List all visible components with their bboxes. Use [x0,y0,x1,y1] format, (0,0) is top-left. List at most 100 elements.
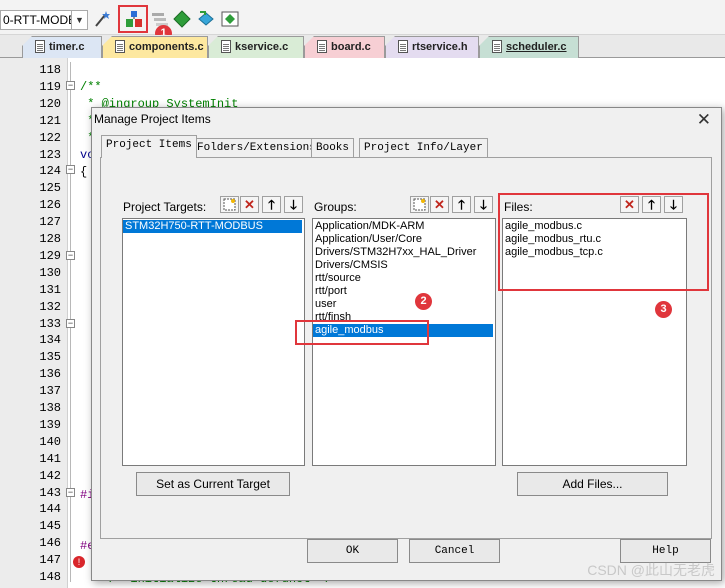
target-select-value: 0-RTT-MODBUS [3,13,73,27]
multi-project-icon[interactable] [220,9,240,29]
delete-target-button[interactable]: ✕ [240,196,259,213]
tab-books[interactable]: Books [311,138,355,158]
line-number: 120 [39,96,61,111]
file-tab[interactable]: timer.c [22,36,102,58]
line-number: 123 [39,147,61,162]
fold-toggle-icon[interactable]: − [66,81,75,90]
line-number: 141 [39,451,61,466]
line-number: 135 [39,350,61,365]
line-number: 130 [39,265,61,280]
document-icon [398,40,408,53]
target-select[interactable]: 0-RTT-MODBUS ▼ [0,10,88,30]
code-line-119: /** [80,80,102,94]
annotation-badge-2: 2 [415,293,432,310]
green-diamond-icon[interactable] [172,9,192,29]
file-tab-label: components.c [129,41,204,53]
line-number: 146 [39,536,61,551]
line-number: 129 [39,248,61,263]
line-number: 134 [39,333,61,348]
fold-toggle-icon[interactable]: − [66,251,75,260]
set-current-target-button[interactable]: Set as Current Target [136,472,290,496]
move-target-up-button[interactable]: 🡑 [262,196,281,213]
file-tab-label: kservice.c [235,41,289,53]
ok-button[interactable]: OK [307,539,398,563]
annotation-badge-3: 3 [655,301,672,318]
line-number: 148 [39,570,61,584]
new-target-button[interactable] [220,196,239,213]
line-number: 133 [39,316,61,331]
file-tab-label: scheduler.c [506,41,567,53]
tab-project-info-layer[interactable]: Project Info/Layer [359,138,488,158]
line-number: 142 [39,468,61,483]
list-item[interactable]: Application/MDK-ARM [315,220,493,233]
line-number: 138 [39,401,61,415]
project-targets-list[interactable]: STM32H750-RTT-MODBUS [122,218,305,466]
file-tab[interactable]: scheduler.c [479,36,579,58]
document-icon [221,40,231,53]
list-item[interactable]: Drivers/CMSIS [315,259,493,272]
file-tab[interactable]: board.c [304,36,385,58]
toolbar: 0-RTT-MODBUS ▼ [0,0,725,35]
line-number: 139 [39,417,61,432]
list-item[interactable]: Application/User/Core [315,233,493,246]
file-tab[interactable]: rtservice.h [385,36,479,58]
fold-toggle-icon[interactable]: − [66,488,75,497]
line-number: 140 [39,434,61,449]
code-line-124: { [80,165,88,179]
list-item[interactable]: Drivers/STM32H7xx_HAL_Driver [315,246,493,259]
line-number: 121 [39,113,61,128]
move-target-down-button[interactable]: 🡓 [284,196,303,213]
delete-group-button[interactable]: ✕ [430,196,449,213]
groups-label: Groups: [314,200,357,214]
list-item[interactable]: STM32H750-RTT-MODBUS [123,220,302,233]
dialog-title: Manage Project Items [94,112,211,126]
fold-toggle-icon[interactable]: − [66,165,75,174]
new-group-button[interactable] [410,196,429,213]
move-group-down-button[interactable]: 🡓 [474,196,493,213]
line-number: 122 [39,130,61,145]
line-number: 143 [39,485,61,500]
line-number: 136 [39,367,61,382]
line-number: 124 [39,164,61,179]
line-number: 131 [39,282,61,297]
annotation-box-2 [295,320,429,345]
file-tab-label: timer.c [49,41,85,53]
diamond-arrow-icon[interactable] [196,9,216,29]
line-number: 119 [39,79,61,94]
line-number: 137 [39,384,61,399]
line-number: 127 [39,215,61,230]
line-number: 125 [39,181,61,196]
annotation-box-3 [498,193,709,291]
document-icon [317,40,327,53]
chevron-down-icon[interactable]: ▼ [71,11,87,29]
file-tab[interactable]: components.c [102,36,208,58]
line-number: 132 [39,299,61,314]
add-files-button[interactable]: Add Files... [517,472,668,496]
project-targets-label: Project Targets: [123,200,207,214]
line-number: 144 [39,502,61,517]
list-item[interactable]: user [315,298,493,311]
file-tab[interactable]: kservice.c [208,36,304,58]
file-tab-label: rtservice.h [412,41,468,53]
close-icon[interactable]: ✕ [697,110,711,130]
line-number: 128 [39,232,61,246]
magic-wand-icon[interactable] [92,9,112,29]
document-icon [492,40,502,53]
line-number: 126 [39,198,61,213]
execution-marker-icon: ! [73,556,85,568]
list-item[interactable]: rtt/port [315,285,493,298]
cancel-button[interactable]: Cancel [409,539,500,563]
fold-toggle-icon[interactable]: − [66,319,75,328]
line-number: 118 [39,63,61,77]
line-number: 147 [39,553,61,568]
tab-project-items[interactable]: Project Items [101,135,197,158]
annotation-box-1 [118,5,148,33]
document-icon [115,40,125,53]
file-tab-label: board.c [331,41,371,53]
line-number: 145 [39,519,61,534]
document-icon [35,40,45,53]
list-item[interactable]: rtt/source [315,272,493,285]
move-group-up-button[interactable]: 🡑 [452,196,471,213]
tab-folders-extensions[interactable]: Folders/Extensions [192,138,321,158]
watermark: CSDN @此山无老虎 [587,562,715,578]
